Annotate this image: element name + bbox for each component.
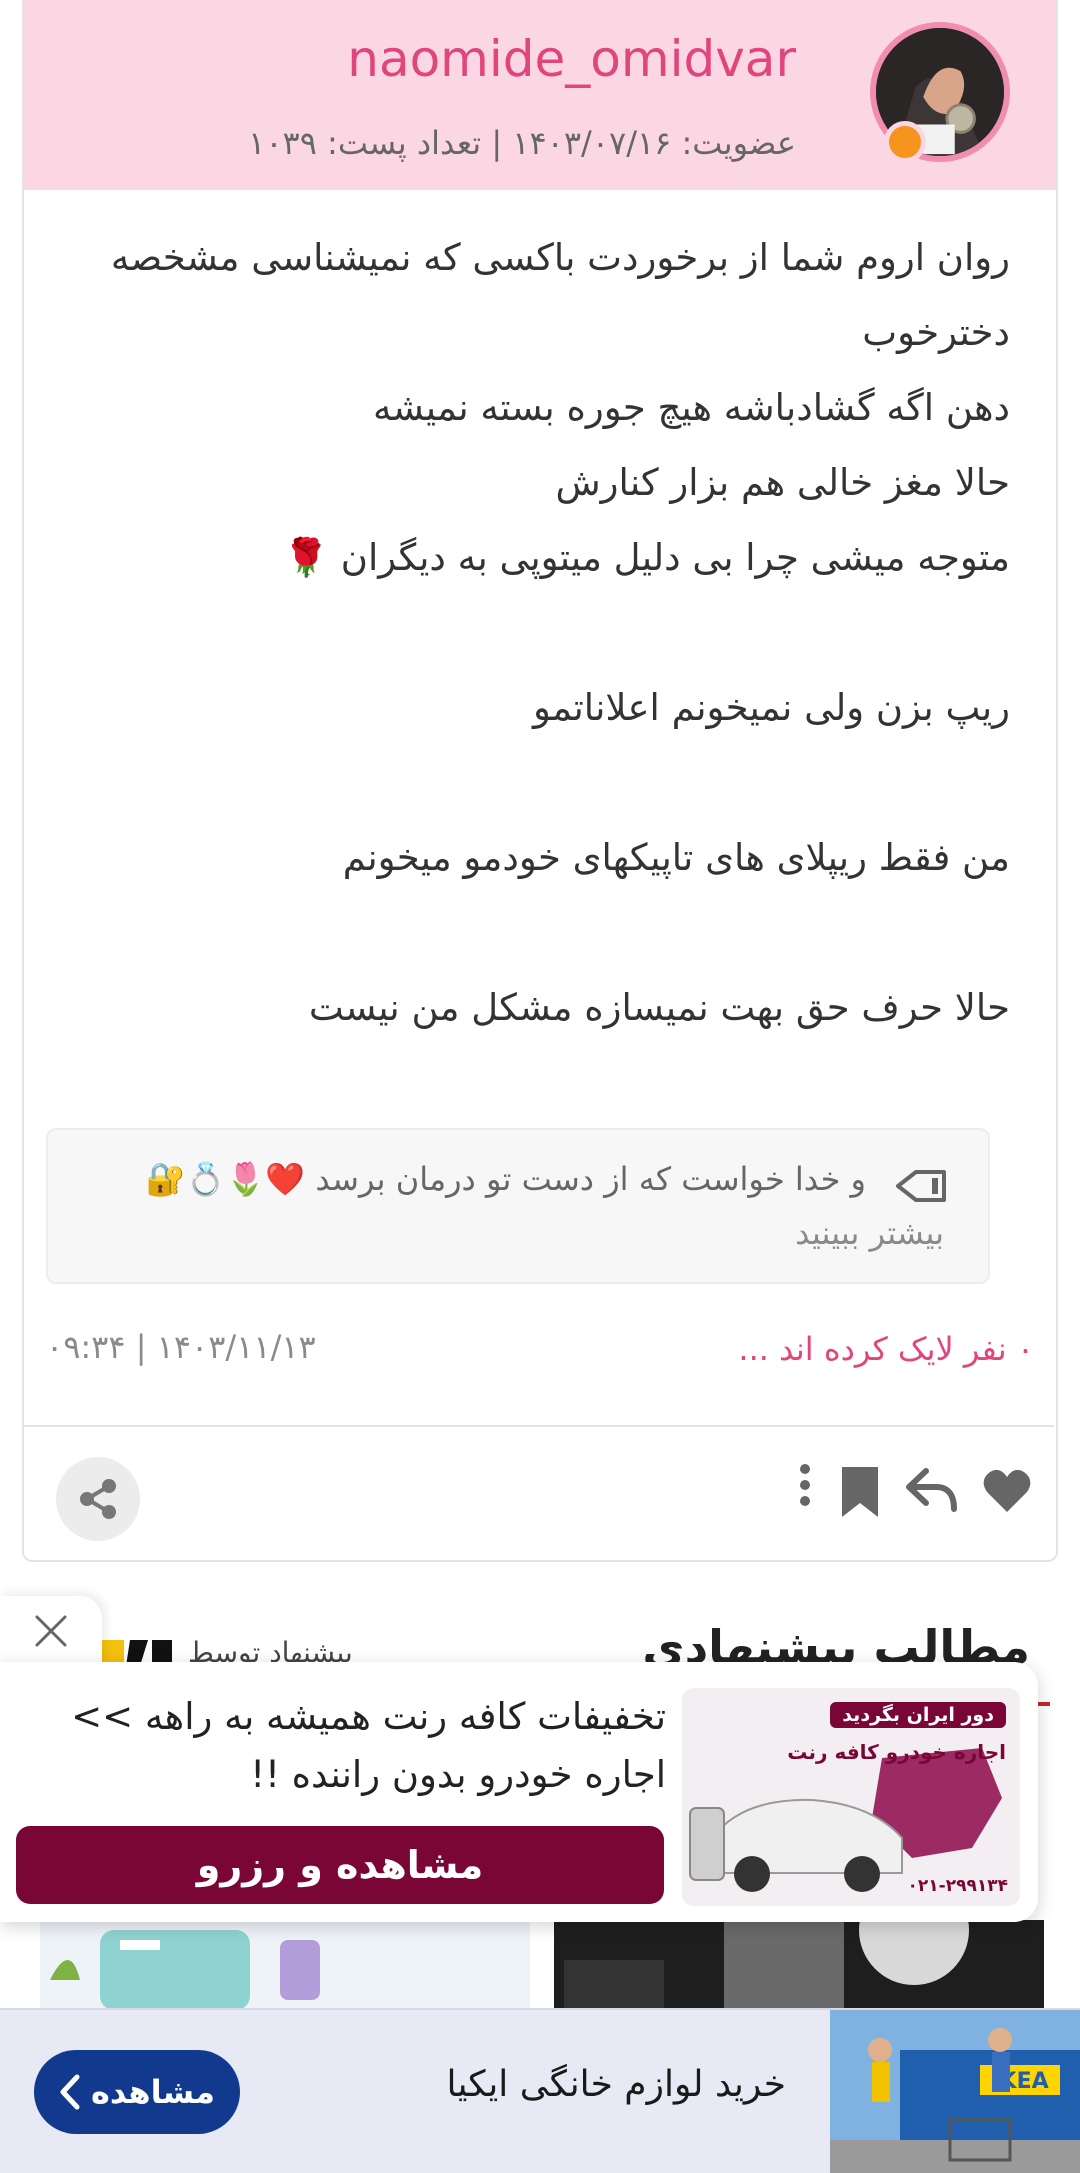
ad-text: تخفیفات کافه رنت همیشه به راهه >> اجاره … (71, 1695, 666, 1796)
see-more-link[interactable]: بیشتر ببینید (795, 1214, 944, 1252)
ad-popup[interactable]: تخفیفات کافه رنت همیشه به راهه >> اجاره … (0, 1662, 1038, 1922)
ad-image-subtitle: اجاره خودرو کافه رنت (787, 1740, 1006, 1764)
chevron-left-icon (60, 2074, 80, 2110)
quote-arrow-icon (896, 1170, 946, 1202)
banner-view-button[interactable]: مشاهده (34, 2050, 240, 2134)
suggested-thumbnail[interactable] (554, 1920, 1044, 2008)
heart-icon[interactable] (982, 1467, 1032, 1515)
bottom-ad-banner[interactable]: IKEA خرید لوازم خانگی ایکیا مشاهده (0, 2008, 1080, 2173)
user-meta: عضویت: ۱۴۰۳/۰۷/۱۶ | تعداد پست: ۱۰۳۹ (248, 124, 796, 162)
banner-text: خرید لوازم خانگی ایکیا (446, 2064, 786, 2105)
quoted-topic-text: و خدا خواست که از دست تو درمان برسد ❤️🌷💍… (145, 1160, 866, 1198)
post-body-line: ریپ بزن ولی نمیخونم اعلاناتمو (533, 686, 1010, 729)
online-status-dot (884, 121, 926, 163)
post-body-line (50, 895, 1010, 970)
banner-image[interactable]: IKEA (830, 2010, 1080, 2173)
post-body-line: دهن اگه گشادباشه هیچ جوره بسته نمیشه (372, 386, 1010, 429)
reply-icon[interactable] (906, 1467, 958, 1513)
post-body-line: دخترخوب (862, 311, 1010, 354)
post-body-line: حالا حرف حق بهت نمیسازه مشکل من نیست (308, 986, 1010, 1029)
post-datetime: ۰۹:۳۴ | ۱۴۰۳/۱۱/۱۳ (46, 1328, 316, 1366)
post-body-line: روان اروم شما از برخوردت باکسی که نمیشنا… (110, 236, 1010, 279)
post-body-line (50, 745, 1010, 820)
post-body-line: من فقط ریپلای های تاپیکهای خودمو میخونم (342, 836, 1010, 879)
ad-close-button[interactable] (0, 1596, 102, 1666)
quoted-topic-preview[interactable]: و خدا خواست که از دست تو درمان برسد ❤️🌷💍… (46, 1128, 990, 1284)
post-action-bar (22, 1427, 1054, 1562)
ad-view-reserve-button[interactable]: مشاهده و رزرو (16, 1826, 664, 1904)
ad-image-title: دور ایران بگردید (830, 1702, 1006, 1728)
banner-button-label: مشاهده (91, 2073, 215, 2111)
bookmark-icon[interactable] (840, 1467, 880, 1517)
post-body-line: حالا مغز خالی هم بزار کنارش (555, 461, 1010, 504)
ad-image[interactable]: دور ایران بگردید اجاره خودرو کافه رنت ۰۲… (682, 1688, 1020, 1906)
suggested-section-title: مطالب پیشنهادی (642, 1620, 1030, 1668)
post-body-line: متوجه میشی چرا بی دلیل میتوپی به دیگران … (282, 536, 1010, 579)
suggested-thumbnail[interactable] (40, 1920, 530, 2008)
suggestion-provider-logo (100, 1632, 172, 1666)
share-button[interactable] (56, 1457, 140, 1541)
ad-image-phone: ۰۲۱-۲۹۹۱۳۴ (907, 1876, 1008, 1896)
close-icon (35, 1615, 67, 1647)
likes-count[interactable]: ۰ نفر لایک کرده اند ... (738, 1330, 1034, 1368)
share-icon (80, 1479, 116, 1519)
post-header: naomide_omidvar عضویت: ۱۴۰۳/۰۷/۱۶ | تعدا… (24, 0, 1056, 190)
post-body: روان اروم شما از برخوردت باکسی که نمیشنا… (50, 220, 1010, 1045)
more-vertical-icon[interactable] (798, 1463, 812, 1507)
username[interactable]: naomide_omidvar (347, 30, 796, 88)
post-body-line (50, 595, 1010, 670)
